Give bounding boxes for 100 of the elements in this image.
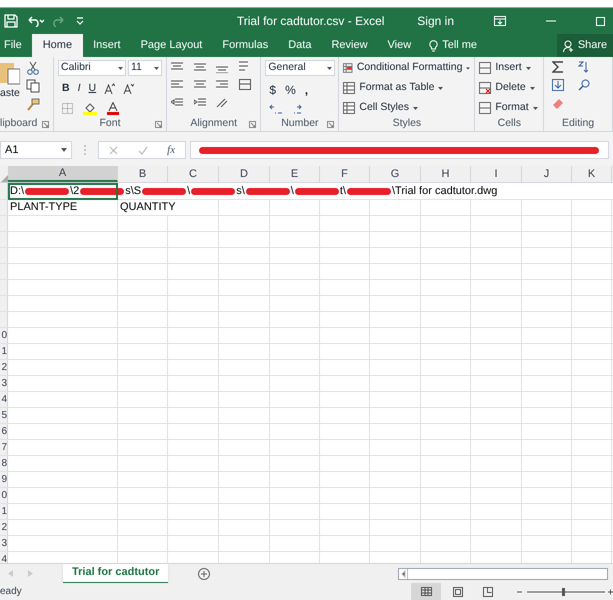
- row-header[interactable]: 0: [0, 488, 8, 503]
- sum-icon[interactable]: [552, 61, 564, 73]
- row-header[interactable]: 3: [0, 536, 8, 551]
- column-header[interactable]: E: [270, 166, 320, 182]
- dialog-launcher-icon[interactable]: [249, 120, 256, 128]
- row-header[interactable]: 1: [0, 504, 8, 519]
- ribbon-tab[interactable]: Home: [32, 34, 84, 57]
- dialog-launcher-icon[interactable]: [327, 120, 334, 128]
- row-header[interactable]: 9: [0, 472, 8, 487]
- bold-button[interactable]: B: [62, 81, 70, 97]
- currency-button[interactable]: $: [269, 81, 276, 99]
- ribbon-tab[interactable]: Data: [278, 34, 322, 57]
- italic-button[interactable]: I: [78, 81, 81, 97]
- page-layout-view-icon[interactable]: [453, 586, 463, 596]
- new-sheet-icon[interactable]: [198, 568, 210, 580]
- sign-in-link[interactable]: Sign in: [417, 12, 454, 30]
- customize-icon[interactable]: [76, 16, 84, 26]
- row-header[interactable]: 0: [0, 328, 8, 343]
- comma-style-button[interactable]: ,: [304, 81, 308, 99]
- style-button[interactable]: Conditional Formatting: [343, 60, 470, 76]
- check-icon[interactable]: [138, 146, 148, 154]
- grid-cell[interactable]: PLANT-TYPE: [8, 200, 118, 215]
- eraser-icon[interactable]: [552, 97, 564, 109]
- align-middle-icon[interactable]: [194, 61, 206, 73]
- row-header[interactable]: 2: [0, 520, 8, 535]
- row-header[interactable]: 3: [0, 376, 8, 391]
- brush-icon[interactable]: [26, 97, 40, 111]
- scroll-right-icon[interactable]: [28, 570, 33, 577]
- increase-decimal-icon[interactable]: [269, 104, 284, 115]
- page-break-view-icon[interactable]: [483, 586, 493, 596]
- row-header[interactable]: [0, 280, 8, 295]
- underline-button[interactable]: U: [88, 81, 96, 97]
- row-header[interactable]: [0, 312, 8, 327]
- insert-function-button[interactable]: fx: [167, 142, 176, 158]
- row-header[interactable]: 4: [0, 392, 8, 407]
- find-icon[interactable]: [578, 79, 590, 91]
- ribbon-tab[interactable]: File: [0, 34, 32, 57]
- row-header[interactable]: [0, 232, 8, 247]
- ribbon-tab[interactable]: Formulas: [212, 34, 278, 57]
- undo-icon[interactable]: [26, 15, 44, 27]
- row-header[interactable]: 1: [0, 344, 8, 359]
- sort-filter-icon[interactable]: [578, 61, 590, 73]
- font-color-icon[interactable]: [107, 102, 119, 115]
- save-icon[interactable]: [4, 14, 18, 28]
- zoom-slider-drawing[interactable]: [517, 586, 613, 596]
- tell-me-button[interactable]: Tell me: [421, 34, 486, 57]
- name-box[interactable]: A1: [0, 141, 72, 159]
- ribbon-tab[interactable]: Insert: [83, 34, 131, 57]
- sheet-tab[interactable]: Trial for cadtutor: [63, 564, 168, 584]
- paste-button[interactable]: aste: [0, 60, 22, 117]
- row-header[interactable]: [0, 296, 8, 311]
- scroll-left-icon[interactable]: [399, 568, 408, 578]
- increase-font-size-icon[interactable]: [104, 83, 116, 94]
- borders-icon[interactable]: [62, 102, 73, 114]
- cells-button[interactable]: Insert: [479, 60, 540, 76]
- cancel-icon[interactable]: [108, 146, 118, 154]
- normal-view-button[interactable]: [411, 583, 441, 600]
- column-header[interactable]: A: [8, 166, 118, 182]
- row-header[interactable]: 5: [0, 408, 8, 423]
- orientation-icon[interactable]: [216, 97, 228, 109]
- cells-button[interactable]: Delete: [479, 80, 540, 96]
- column-header[interactable]: I: [471, 166, 522, 182]
- row-header[interactable]: [0, 216, 8, 231]
- minimize-icon[interactable]: [546, 20, 556, 22]
- dropdown-caret-icon[interactable]: [61, 148, 67, 152]
- share-button[interactable]: Share: [557, 34, 613, 57]
- row-header[interactable]: 8: [0, 456, 8, 471]
- wrap-text-icon[interactable]: [238, 61, 251, 73]
- row-header[interactable]: 2: [0, 360, 8, 375]
- row-header[interactable]: 7: [0, 440, 8, 455]
- merge-icon[interactable]: [238, 79, 251, 91]
- horizontal-scrollbar[interactable]: [398, 568, 608, 580]
- font-size-field[interactable]: 11: [128, 60, 162, 76]
- column-header[interactable]: B: [118, 166, 168, 182]
- column-header[interactable]: G: [370, 166, 421, 182]
- copy-icon[interactable]: [26, 79, 40, 93]
- row-header[interactable]: 4: [0, 552, 8, 563]
- row-header[interactable]: [0, 264, 8, 279]
- number-format-field[interactable]: General: [265, 60, 336, 76]
- decrease-font-size-icon[interactable]: [123, 83, 134, 94]
- fill-color-icon[interactable]: [83, 102, 97, 115]
- column-header[interactable]: C: [168, 166, 219, 182]
- row-header[interactable]: [0, 248, 8, 263]
- column-header[interactable]: K: [572, 166, 612, 182]
- maximize-icon[interactable]: [596, 16, 605, 26]
- column-header[interactable]: F: [320, 166, 370, 182]
- style-button[interactable]: Cell Styles: [343, 100, 470, 116]
- dialog-launcher-icon[interactable]: [42, 120, 49, 128]
- row-header[interactable]: 6: [0, 424, 8, 439]
- style-button[interactable]: Format as Table: [343, 80, 470, 96]
- column-header[interactable]: J: [522, 166, 572, 182]
- grid-cell[interactable]: QUANTITY: [118, 200, 219, 215]
- row-header[interactable]: [0, 200, 8, 215]
- percent-button[interactable]: %: [285, 81, 296, 99]
- row-header[interactable]: [0, 183, 8, 199]
- font-name-field[interactable]: Calibri: [58, 60, 126, 76]
- ribbon-tab[interactable]: Review: [321, 34, 378, 57]
- ribbon-tab[interactable]: Page Layout: [130, 34, 212, 57]
- column-header[interactable]: D: [219, 166, 270, 182]
- fill-down-icon[interactable]: [552, 79, 564, 91]
